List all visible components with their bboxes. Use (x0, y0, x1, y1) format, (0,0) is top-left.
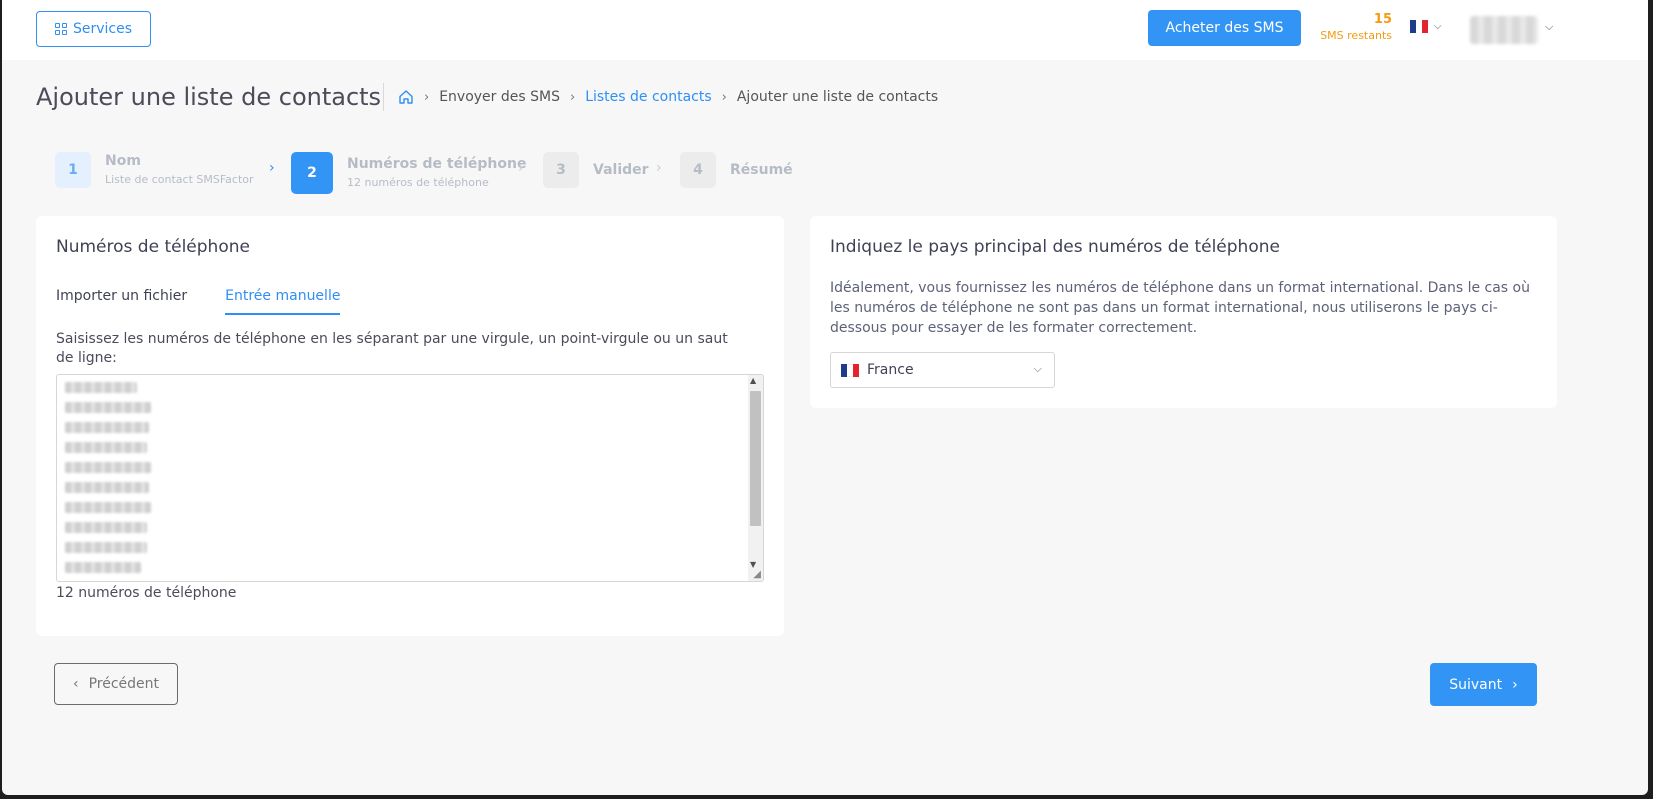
card-title: Indiquez le pays principal des numéros d… (830, 237, 1280, 257)
page-title: Ajouter une liste de contacts (36, 83, 382, 111)
step-number: 4 (680, 152, 716, 188)
app-window: Services Acheter des SMS 15 SMS restants… (2, 0, 1648, 795)
phone-count-text: 12 numéros de téléphone (56, 585, 237, 601)
resize-handle-icon[interactable]: ◢ (753, 569, 761, 580)
step-3[interactable]: 3 Valider (543, 152, 649, 188)
chevron-right-icon: › (569, 89, 576, 105)
next-button[interactable]: Suivant › (1430, 663, 1537, 706)
step-subtitle: Liste de contact SMSFactor (105, 173, 254, 186)
step-number: 1 (55, 152, 91, 188)
wizard-stepper: 1 Nom Liste de contact SMSFactor › 2 Num… (55, 152, 815, 194)
previous-button[interactable]: ‹ Précédent (54, 663, 178, 705)
country-description: Idéalement, vous fournissez les numéros … (830, 280, 1530, 336)
chevron-right-icon: › (518, 160, 524, 176)
country-card: Indiquez le pays principal des numéros d… (810, 216, 1557, 408)
scroll-thumb[interactable] (750, 391, 761, 526)
input-help-text: Saisissez les numéros de téléphone en le… (56, 331, 728, 366)
step-1[interactable]: 1 Nom Liste de contact SMSFactor (55, 152, 254, 188)
step-4[interactable]: 4 Résumé (680, 152, 793, 188)
top-bar: Services Acheter des SMS 15 SMS restants… (2, 0, 1648, 60)
redacted-number (65, 442, 147, 453)
tab-import-file[interactable]: Importer un fichier (56, 288, 187, 315)
breadcrumb-item-send-sms[interactable]: Envoyer des SMS (439, 89, 560, 105)
redacted-number (65, 522, 147, 533)
step-title: Valider (593, 162, 649, 178)
flag-fr-icon (1410, 20, 1428, 33)
step-title: Numéros de téléphone (347, 156, 527, 172)
chevron-down-icon[interactable]: ⌵ (1545, 20, 1553, 34)
phone-numbers-textarea[interactable]: ▲ ▼ ◢ (56, 374, 764, 582)
redacted-number (65, 402, 151, 413)
chevron-right-icon: › (656, 160, 662, 176)
step-number: 3 (543, 152, 579, 188)
services-button[interactable]: Services (36, 11, 151, 47)
sms-remaining-label: SMS restants (1320, 29, 1392, 42)
step-2[interactable]: 2 Numéros de téléphone 12 numéros de tél… (291, 152, 526, 194)
sms-count: 15 (1373, 12, 1392, 27)
redacted-number (65, 502, 151, 513)
language-selector[interactable]: ⌵ (1410, 20, 1442, 33)
card-title: Numéros de téléphone (56, 237, 250, 257)
redacted-number (65, 462, 151, 473)
breadcrumb-item-contact-lists[interactable]: Listes de contacts (585, 89, 711, 105)
textarea-scrollbar[interactable]: ▲ ▼ (748, 375, 763, 581)
chevron-down-icon: ⌵ (1033, 362, 1042, 375)
home-icon[interactable] (398, 89, 414, 105)
input-mode-tabs: Importer un fichier Entrée manuelle (56, 288, 341, 315)
next-label: Suivant (1449, 676, 1503, 693)
redacted-number (65, 382, 137, 393)
scroll-down-arrow-icon[interactable]: ▼ (750, 560, 756, 569)
chevron-down-icon: ⌵ (1434, 21, 1442, 32)
selected-country: France (867, 362, 914, 378)
redacted-number (65, 482, 149, 493)
buy-sms-button[interactable]: Acheter des SMS (1148, 10, 1301, 46)
user-menu-avatar[interactable] (1470, 16, 1538, 44)
step-title: Résumé (730, 162, 793, 178)
chevron-left-icon: ‹ (72, 676, 79, 692)
sms-credits: 15 SMS restants (1318, 12, 1392, 44)
flag-fr-icon (841, 363, 859, 377)
breadcrumb-item-current: Ajouter une liste de contacts (736, 89, 939, 105)
step-number: 2 (291, 152, 333, 194)
scroll-up-arrow-icon[interactable]: ▲ (750, 376, 756, 385)
title-divider (383, 83, 384, 111)
tab-manual-entry[interactable]: Entrée manuelle (225, 288, 341, 315)
redacted-number (65, 542, 147, 553)
chevron-right-icon: › (424, 89, 430, 105)
phone-numbers-card: Numéros de téléphone Importer un fichier… (36, 216, 784, 636)
breadcrumb: › Envoyer des SMS › Listes de contacts ›… (398, 89, 938, 105)
country-select[interactable]: France ⌵ (830, 352, 1055, 388)
chevron-right-icon: › (721, 89, 727, 105)
previous-label: Précédent (88, 676, 160, 692)
chevron-right-icon: › (1512, 676, 1518, 693)
step-subtitle: 12 numéros de téléphone (347, 176, 489, 189)
services-label: Services (72, 21, 133, 37)
redacted-number (65, 422, 149, 433)
chevron-right-icon: › (269, 160, 275, 176)
grid-icon (54, 23, 67, 35)
redacted-number (65, 562, 141, 573)
step-title: Nom (105, 153, 141, 169)
